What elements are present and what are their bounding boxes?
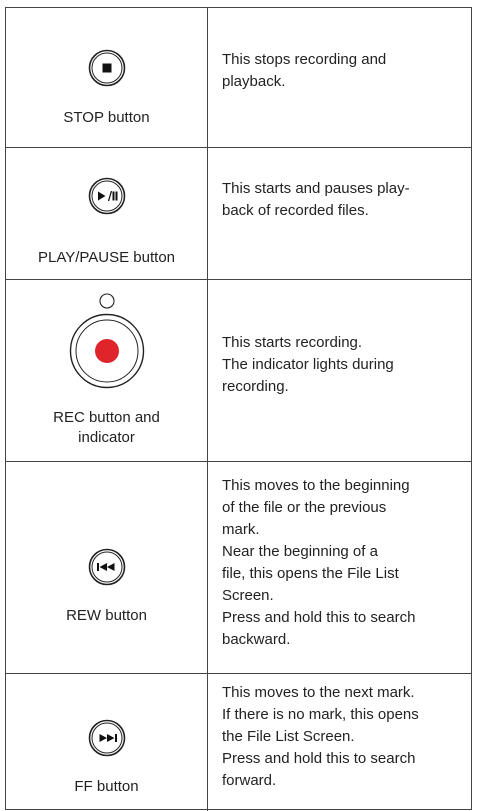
table-row-rec: REC button and indicator This starts rec… xyxy=(6,280,471,462)
desc-line: This moves to the beginning xyxy=(222,477,410,494)
play-pause-icon xyxy=(88,177,126,215)
label-line: REC button and xyxy=(53,409,160,426)
rec-indicator-icon xyxy=(99,293,115,309)
desc-line: Screen. xyxy=(222,587,274,604)
play-pause-description: This starts and pauses play- back of rec… xyxy=(208,148,471,279)
rew-icon xyxy=(88,548,126,586)
button-table: STOP button This stops recording and pla… xyxy=(5,7,472,811)
desc-line: Press and hold this to search xyxy=(222,750,416,767)
desc-line: The indicator lights during xyxy=(222,356,394,373)
desc-line: Press and hold this to search xyxy=(222,609,416,626)
play-pause-button-label: PLAY/PAUSE button xyxy=(37,249,176,266)
desc-line: forward. xyxy=(222,772,277,789)
desc-line: Near the beginning of a xyxy=(222,543,378,560)
rew-button-label: REW button xyxy=(66,607,147,624)
stop-icon xyxy=(88,49,126,87)
stop-cell: STOP button xyxy=(6,8,207,147)
ff-button-label: FF button xyxy=(74,778,139,795)
stop-description: This stops recording and playback. xyxy=(208,8,471,147)
desc-line: If there is no mark, this opens xyxy=(222,706,419,723)
play-pause-cell: PLAY/PAUSE button xyxy=(6,148,207,279)
rew-description: This moves to the beginning of the file … xyxy=(208,462,471,673)
stop-button-label: STOP button xyxy=(63,109,150,126)
desc-line: file, this opens the File List xyxy=(222,565,399,582)
ff-description: This moves to the next mark. If there is… xyxy=(208,674,471,811)
desc-line: backward. xyxy=(222,631,291,648)
table-row-play-pause: PLAY/PAUSE button This starts and pauses… xyxy=(6,148,471,280)
ff-cell: FF button xyxy=(6,674,207,811)
rec-cell: REC button and indicator xyxy=(6,280,207,461)
desc-line: back of recorded files. xyxy=(222,202,369,219)
table-row-stop: STOP button This stops recording and pla… xyxy=(6,8,471,148)
label-line: indicator xyxy=(78,429,135,446)
rec-description: This starts recording. The indicator lig… xyxy=(208,280,471,461)
table-row-rew: REW button This moves to the beginning o… xyxy=(6,462,471,674)
rec-icon xyxy=(69,313,145,389)
desc-line: This moves to the next mark. xyxy=(222,684,415,701)
rew-cell: REW button xyxy=(6,462,207,673)
desc-line: This stops recording and xyxy=(222,51,387,68)
ff-icon xyxy=(88,719,126,757)
desc-line: the File List Screen. xyxy=(222,728,355,745)
rec-button-label: REC button and indicator xyxy=(6,408,207,448)
desc-line: playback. xyxy=(222,73,286,90)
table-row-ff: FF button This moves to the next mark. I… xyxy=(6,674,471,811)
desc-line: This starts recording. xyxy=(222,334,363,351)
desc-line: This starts and pauses play- xyxy=(222,180,410,197)
desc-line: of the file or the previous xyxy=(222,499,387,516)
desc-line: recording. xyxy=(222,378,289,395)
desc-line: mark. xyxy=(222,521,260,538)
